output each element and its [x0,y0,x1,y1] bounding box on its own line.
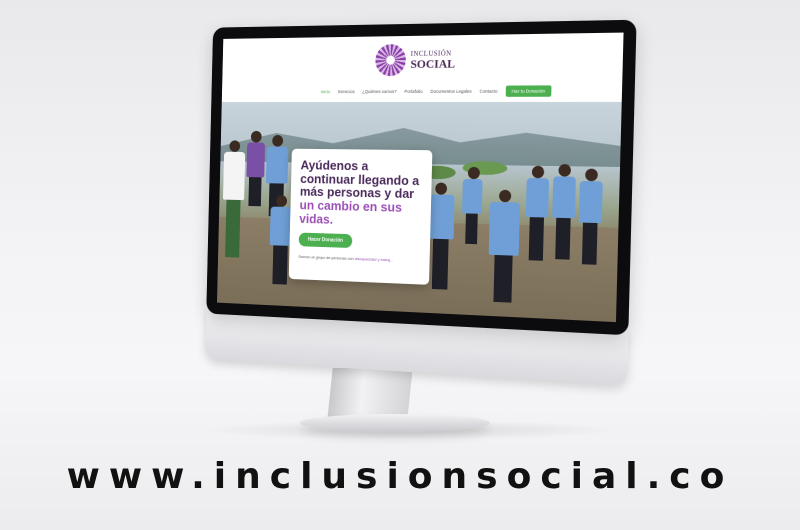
footer-url: www.inclusionsocial.co [0,456,800,497]
monitor: INCLUSIÓN SOCIAL Inicio Servicios ¿Quién… [205,20,636,386]
hero-heading: Ayúdenos a continuar llegando a más pers… [299,159,422,229]
site-header: INCLUSIÓN SOCIAL Inicio Servicios ¿Quién… [222,33,624,102]
hero-heading-accent: un cambio en sus vidas. [299,197,402,226]
nav-item-documentos-legales[interactable]: Documentos Legales [430,89,471,94]
nav-item-servicios[interactable]: Servicios [338,89,355,94]
logo-main-word: SOCIAL [410,57,455,69]
monitor-stand-neck [327,368,412,420]
nav-item-contacto[interactable]: Contacto [479,89,497,94]
monitor-scene: INCLUSIÓN SOCIAL Inicio Servicios ¿Quién… [0,0,800,440]
hero-section: Ayúdenos a continuar llegando a más pers… [217,102,622,322]
nav-item-quienes-somos[interactable]: ¿Quiénes somos? [362,89,397,94]
logo-text: INCLUSIÓN SOCIAL [410,50,455,70]
hero-donate-button[interactable]: Hacer Donación [299,233,353,248]
main-nav: Inicio Servicios ¿Quiénes somos? Portafo… [321,85,552,97]
hero-heading-main: Ayúdenos a continuar llegando a más pers… [300,158,420,202]
logo-swirl-icon [375,44,406,76]
website-screen: INCLUSIÓN SOCIAL Inicio Servicios ¿Quién… [217,33,624,323]
monitor-stand-base [300,414,490,432]
site-logo[interactable]: INCLUSIÓN SOCIAL [375,43,456,76]
hero-description: Somos un grupo de personas con discapaci… [298,254,420,263]
nav-donate-button[interactable]: Haz tu Donación [505,85,551,96]
hero-description-link[interactable]: discapacidad y trabaj... [355,256,394,262]
monitor-bezel: INCLUSIÓN SOCIAL Inicio Servicios ¿Quién… [206,20,636,336]
hero-description-text: Somos un grupo de personas con [298,254,354,261]
nav-item-inicio[interactable]: Inicio [321,89,331,94]
hero-card: Ayúdenos a continuar llegando a más pers… [289,149,433,285]
nav-item-portafolio[interactable]: Portafolio [404,89,422,94]
